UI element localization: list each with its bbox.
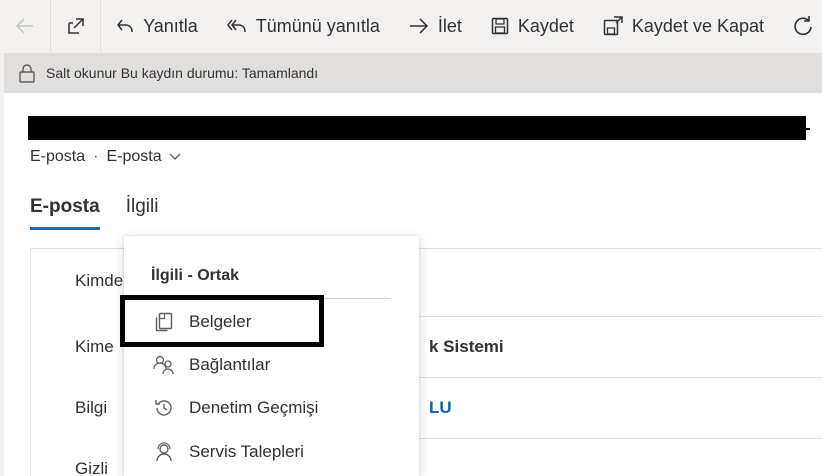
highlight-box (120, 295, 324, 347)
open-in-new-window-button[interactable] (51, 0, 102, 52)
save-close-label: Kaydet ve Kapat (631, 15, 764, 36)
lock-icon (18, 63, 36, 83)
field-value-cc[interactable]: LU (429, 398, 452, 418)
menu-item-label: Denetim Geçmişi (189, 398, 319, 417)
refresh-button[interactable] (778, 0, 822, 52)
related-dropdown-menu: İlgili - Ortak Belgeler Bağlantılar Dene… (124, 236, 419, 476)
refresh-icon (792, 15, 814, 37)
save-button[interactable]: Kaydet (476, 0, 588, 52)
field-label-from: Kimde (75, 271, 124, 290)
breadcrumb: E-posta · E-posta (30, 148, 182, 166)
tab-related[interactable]: İlgili (126, 196, 159, 230)
field-value-to[interactable]: k Sistemi (429, 337, 504, 357)
field-label-bcc: Gizli (75, 459, 109, 476)
tab-email[interactable]: E-posta (30, 196, 100, 230)
readonly-notification-bar: Salt okunur Bu kaydın durumu: Tamamlandı (4, 53, 822, 93)
record-tabs: E-posta İlgili (30, 196, 184, 230)
menu-item-audit-history[interactable]: Denetim Geçmişi (124, 388, 419, 428)
breadcrumb-separator: · (93, 148, 99, 165)
field-label-cc: Bilgi (75, 398, 108, 417)
redaction-line (28, 128, 810, 130)
readonly-status-text: Salt okunur Bu kaydın durumu: Tamamlandı (46, 65, 319, 81)
history-icon (151, 397, 177, 419)
contacts-icon (151, 354, 177, 376)
reply-button[interactable]: Yanıtla (101, 0, 212, 52)
arrow-right-icon (408, 16, 430, 36)
form-selector-label: E-posta (106, 148, 162, 165)
popout-icon (65, 15, 87, 37)
breadcrumb-entity: E-posta (30, 148, 86, 165)
save-label: Kaydet (517, 15, 574, 36)
menu-item-connections[interactable]: Bağlantılar (124, 345, 419, 385)
menu-header: İlgili - Ortak (151, 267, 240, 284)
back-button[interactable] (0, 0, 52, 52)
menu-item-label: Bağlantılar (189, 355, 271, 374)
reply-label: Yanıtla (143, 15, 198, 36)
forward-label: İlet (437, 15, 462, 36)
command-bar: Yanıtla Tümünü yanıtla İlet Kaydet Kayde… (0, 0, 822, 52)
reply-all-icon (226, 16, 248, 36)
forward-button[interactable]: İlet (394, 0, 476, 52)
chevron-down-icon (168, 152, 182, 162)
form-selector[interactable]: E-posta (106, 148, 181, 166)
reply-icon (115, 16, 135, 36)
reply-all-button[interactable]: Tümünü yanıtla (212, 0, 394, 52)
save-icon (490, 16, 510, 36)
field-label-to: Kime (75, 337, 114, 356)
save-and-close-button[interactable]: Kaydet ve Kapat (588, 0, 778, 52)
menu-item-service-requests[interactable]: Servis Talepleri (124, 432, 419, 472)
arrow-left-icon (14, 15, 36, 37)
headset-icon (151, 441, 177, 463)
menu-item-label: Servis Talepleri (189, 442, 304, 461)
save-close-icon (602, 15, 624, 37)
reply-all-label: Tümünü yanıtla (255, 15, 380, 36)
